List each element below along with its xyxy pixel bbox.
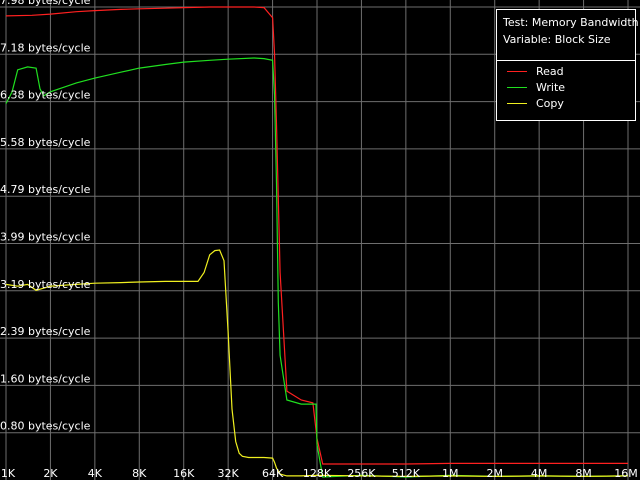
y-tick-label: 5.58 bytes/cycle [0,136,91,149]
x-tick-label: 4K [88,467,103,480]
y-tick-label: 0.80 bytes/cycle [0,420,91,433]
y-tick-label: 4.79 bytes/cycle [0,183,91,196]
legend-swatch-write [507,87,527,88]
x-tick-label: 256K [347,467,376,480]
x-tick-label: 16K [173,467,195,480]
x-tick-label: 4M [531,467,548,480]
y-tick-label: 7.18 bytes/cycle [0,41,91,54]
legend-variable-label: Variable: Block Size [503,33,611,46]
x-tick-label: 128K [303,467,332,480]
legend-divider [497,60,635,61]
y-tick-label: 7.98 bytes/cycle [0,0,91,7]
legend-label-copy: Copy [536,97,564,110]
x-tick-label: 512K [392,467,421,480]
x-tick-label: 1K [1,467,16,480]
y-tick-labels: 7.98 bytes/cycle 7.18 bytes/cycle 6.38 byt… [0,0,91,433]
x-tick-labels: 1K 2K 4K 8K 16K 32K 64K 128K 256K 512K 1M 2M 4M 8M 16M [1,467,638,480]
y-tick-label: 6.38 bytes/cycle [0,89,91,102]
legend-test-label: Test: Memory Bandwidth [503,16,639,29]
x-tick-label: 2M [486,467,503,480]
legend-swatch-read [507,71,527,72]
x-tick-label: 8M [575,467,592,480]
x-tick-label: 8K [132,467,147,480]
legend-item-copy: Copy [507,97,627,111]
x-tick-label: 16M [614,467,638,480]
legend-item-read: Read [507,65,627,79]
y-tick-label: 2.39 bytes/cycle [0,325,91,338]
x-tick-label: 2K [43,467,58,480]
legend-swatch-copy [507,103,527,104]
y-tick-label: 3.19 bytes/cycle [0,278,91,291]
legend-item-write: Write [507,81,627,95]
y-tick-label: 1.60 bytes/cycle [0,372,91,385]
legend-label-write: Write [536,81,566,94]
y-tick-label: 3.99 bytes/cycle [0,231,91,244]
x-tick-label: 64K [262,467,284,480]
x-tick-label: 1M [442,467,459,480]
legend-label-read: Read [536,65,564,78]
legend: Test: Memory Bandwidth Variable: Block S… [496,9,639,121]
x-tick-label: 32K [218,467,240,480]
